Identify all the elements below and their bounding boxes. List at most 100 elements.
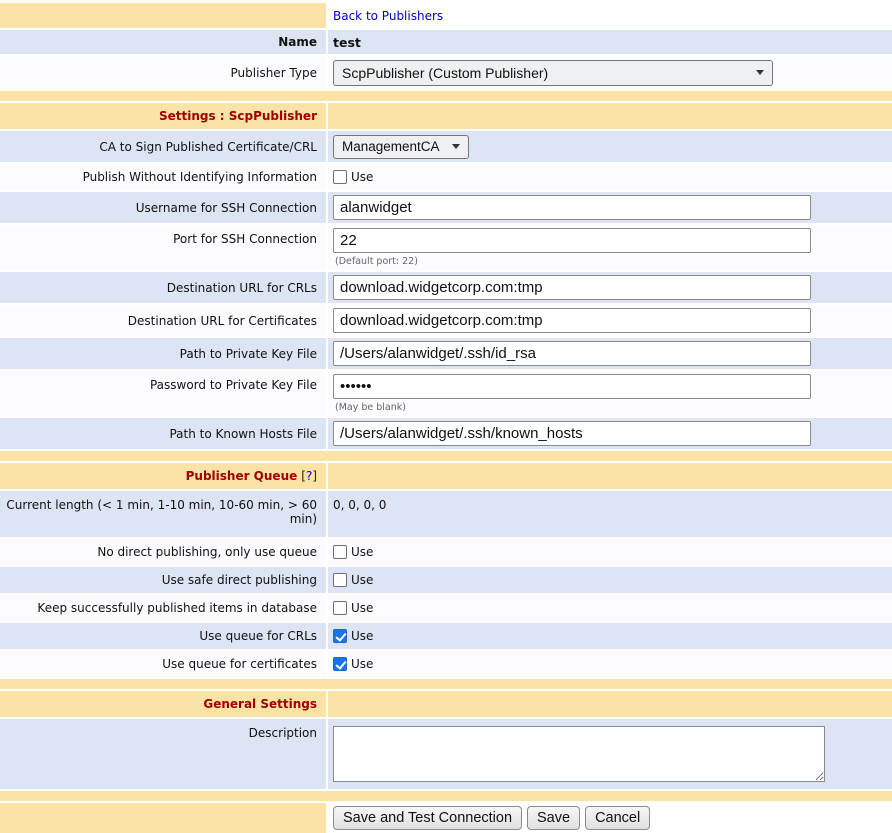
private-key-label: Path to Private Key File <box>0 338 326 369</box>
queue-no-direct-row: No direct publishing, only use queue Use <box>0 539 892 565</box>
queue-length-label: Current length (< 1 min, 1-10 min, 10-60… <box>0 491 326 537</box>
general-settings-header-row: General Settings <box>0 691 892 717</box>
queue-keep-published-row: Keep successfully published items in dat… <box>0 595 892 621</box>
queue-for-certificates-checkbox-label: Use <box>351 657 373 671</box>
section-separator <box>0 791 892 801</box>
queue-safe-direct-row: Use safe direct publishing Use <box>0 567 892 593</box>
username-label: Username for SSH Connection <box>0 192 326 223</box>
queue-no-direct-checkbox[interactable] <box>333 545 347 559</box>
back-link-spacer-cell <box>0 3 326 28</box>
description-textarea[interactable] <box>333 726 825 782</box>
known-hosts-input[interactable] <box>333 421 811 446</box>
private-key-password-cell: (May be blank) <box>328 371 892 416</box>
private-key-cell <box>328 338 892 369</box>
private-key-password-input[interactable] <box>333 374 811 399</box>
anonymize-label: Publish Without Identifying Information <box>0 164 326 190</box>
queue-length-row: Current length (< 1 min, 1-10 min, 10-60… <box>0 491 892 537</box>
known-hosts-cell <box>328 418 892 449</box>
chevron-down-icon <box>756 70 764 75</box>
queue-for-crls-checkbox[interactable] <box>333 629 347 643</box>
ca-row: CA to Sign Published Certificate/CRL Man… <box>0 131 892 162</box>
description-cell <box>328 719 892 789</box>
queue-length-value: 0, 0, 0, 0 <box>328 491 892 537</box>
section-separator <box>0 91 892 101</box>
port-row: Port for SSH Connection (Default port: 2… <box>0 225 892 270</box>
queue-for-crls-checkbox-label: Use <box>351 629 373 643</box>
port-cell: (Default port: 22) <box>328 225 892 270</box>
ca-selected-option: ManagementCA <box>342 139 440 154</box>
queue-for-certificates-row: Use queue for certificates Use <box>0 651 892 677</box>
settings-header-row: Settings : ScpPublisher <box>0 103 892 129</box>
username-row: Username for SSH Connection <box>0 192 892 223</box>
actions-row: Save and Test Connection Save Cancel <box>0 803 892 833</box>
queue-for-certificates-checkbox[interactable] <box>333 657 347 671</box>
name-value: test <box>328 30 892 54</box>
port-input[interactable] <box>333 228 811 253</box>
known-hosts-row: Path to Known Hosts File <box>0 418 892 449</box>
queue-keep-published-checkbox[interactable] <box>333 601 347 615</box>
help-bracket-close: ] <box>312 469 317 483</box>
general-settings-header-filler-cell <box>328 691 892 717</box>
description-label: Description <box>0 719 326 789</box>
ca-label: CA to Sign Published Certificate/CRL <box>0 131 326 162</box>
general-settings-section-header: General Settings <box>0 691 326 717</box>
queue-keep-published-checkbox-label: Use <box>351 601 373 615</box>
anonymize-row: Publish Without Identifying Information … <box>0 164 892 190</box>
section-separator <box>0 679 892 689</box>
queue-keep-published-cell: Use <box>328 595 892 621</box>
queue-header-row: Publisher Queue [?] <box>0 463 892 489</box>
queue-safe-direct-checkbox[interactable] <box>333 573 347 587</box>
publisher-type-selected-option: ScpPublisher (Custom Publisher) <box>342 65 548 81</box>
anonymize-cell: Use <box>328 164 892 190</box>
queue-safe-direct-checkbox-label: Use <box>351 573 373 587</box>
private-key-password-label: Password to Private Key File <box>0 371 326 416</box>
queue-no-direct-cell: Use <box>328 539 892 565</box>
ca-select[interactable]: ManagementCA <box>333 135 469 159</box>
crl-url-row: Destination URL for CRLs <box>0 272 892 303</box>
queue-for-certificates-cell: Use <box>328 651 892 677</box>
private-key-row: Path to Private Key File <box>0 338 892 369</box>
settings-section-header: Settings : ScpPublisher <box>0 103 326 129</box>
queue-no-direct-label: No direct publishing, only use queue <box>0 539 326 565</box>
help-link[interactable]: [?] <box>301 469 317 483</box>
name-row: Name test <box>0 30 892 54</box>
back-link-cell: Back to Publishers <box>328 3 892 28</box>
cert-url-cell <box>328 305 892 336</box>
chevron-down-icon <box>452 144 460 149</box>
actions-cell: Save and Test Connection Save Cancel <box>328 803 892 833</box>
actions-spacer-cell <box>0 803 326 833</box>
back-to-publishers-link[interactable]: Back to Publishers <box>333 9 443 23</box>
private-key-input[interactable] <box>333 341 811 366</box>
queue-header-cell: Publisher Queue [?] <box>0 463 326 489</box>
queue-no-direct-checkbox-label: Use <box>351 545 373 559</box>
settings-header-filler-cell <box>328 103 892 129</box>
queue-safe-direct-cell: Use <box>328 567 892 593</box>
publisher-type-select[interactable]: ScpPublisher (Custom Publisher) <box>333 60 773 86</box>
save-and-test-button[interactable]: Save and Test Connection <box>333 806 522 830</box>
username-input[interactable] <box>333 195 811 220</box>
known-hosts-label: Path to Known Hosts File <box>0 418 326 449</box>
crl-url-input[interactable] <box>333 275 811 300</box>
queue-for-crls-row: Use queue for CRLs Use <box>0 623 892 649</box>
crl-url-label: Destination URL for CRLs <box>0 272 326 303</box>
cancel-button[interactable]: Cancel <box>585 806 650 830</box>
queue-for-certificates-label: Use queue for certificates <box>0 651 326 677</box>
queue-header-filler-cell <box>328 463 892 489</box>
queue-section-header: Publisher Queue <box>186 469 298 483</box>
port-hint: (Default port: 22) <box>333 256 418 267</box>
crl-url-cell <box>328 272 892 303</box>
edit-publisher-form: Back to Publishers Name test Publisher T… <box>0 0 892 833</box>
username-cell <box>328 192 892 223</box>
anonymize-checkbox[interactable] <box>333 170 347 184</box>
description-row: Description <box>0 719 892 789</box>
queue-for-crls-cell: Use <box>328 623 892 649</box>
cert-url-row: Destination URL for Certificates <box>0 305 892 336</box>
cert-url-input[interactable] <box>333 308 811 333</box>
anonymize-checkbox-label: Use <box>351 170 373 184</box>
private-key-password-row: Password to Private Key File (May be bla… <box>0 371 892 416</box>
name-label: Name <box>0 30 326 54</box>
publisher-type-label: Publisher Type <box>0 56 326 89</box>
save-button[interactable]: Save <box>527 806 580 830</box>
publisher-type-row: Publisher Type ScpPublisher (Custom Publ… <box>0 56 892 89</box>
section-separator <box>0 451 892 461</box>
